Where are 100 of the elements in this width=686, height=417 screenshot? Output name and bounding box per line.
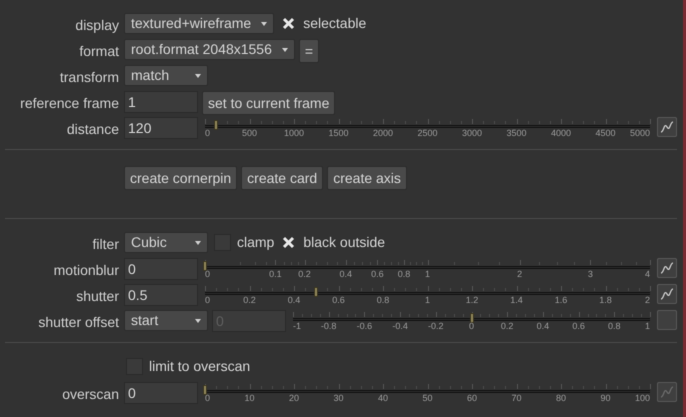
tick-label: 30 [334, 393, 344, 403]
field-label: format [79, 42, 119, 61]
tick-label: 1.2 [466, 295, 478, 305]
tick-label: 1 [425, 295, 430, 305]
tick-label: 50 [422, 393, 432, 403]
tick-label: 0 [205, 269, 210, 279]
field-label: motionblur [54, 261, 119, 280]
dropdown[interactable]: start [124, 310, 208, 331]
curve-icon [660, 287, 674, 301]
dropdown[interactable]: textured+wireframe [124, 13, 274, 34]
number-field[interactable]: 120 [124, 117, 198, 139]
tick-label: 4 [644, 269, 650, 279]
action-button[interactable]: set to current frame [202, 91, 336, 115]
field-label: filter [92, 235, 119, 254]
number-field[interactable]: 0 [124, 382, 198, 404]
tick-label: 0.8 [608, 321, 621, 331]
tick-label: 0.6 [371, 269, 384, 279]
tick-label: 1.4 [510, 295, 523, 305]
slider-handle[interactable] [203, 261, 207, 271]
action-button[interactable]: create cornerpin [124, 166, 238, 190]
dropdown[interactable]: root.format 2048x1556 [124, 39, 295, 60]
checkbox-label: clamp [237, 233, 274, 252]
checkbox-label: limit to overscan [149, 357, 250, 376]
tick-label: 1 [425, 269, 430, 279]
tick-label: 0 [205, 295, 210, 305]
slider-track[interactable] [205, 384, 650, 394]
tick-label: 0.8 [376, 295, 390, 305]
tick-label: 0 [469, 321, 474, 331]
checkbox-label: selectable [303, 14, 366, 33]
tick-label: 0.2 [243, 295, 256, 305]
tick-label: 2 [644, 295, 650, 305]
caret-icon [195, 74, 201, 78]
animation-button[interactable] [657, 117, 677, 137]
tick-label: 4500 [595, 128, 616, 138]
checkbox-label: black outside [303, 233, 386, 252]
field-label: display [75, 16, 119, 35]
tick-label: 3500 [506, 128, 527, 138]
tick-label: 0.6 [332, 295, 345, 305]
tick-label: 1500 [328, 128, 349, 138]
tick-label: 0 [205, 393, 210, 403]
curve-icon [660, 120, 674, 134]
tick-label: 1 [644, 321, 650, 331]
tick-label: 0.8 [398, 269, 410, 279]
tick-label: 3 [588, 269, 593, 279]
tick-label: 0 [205, 128, 210, 138]
cross-icon [282, 17, 296, 30]
slider-track[interactable] [205, 260, 650, 270]
action-button[interactable]: create axis [327, 166, 407, 190]
tick-label: 0.2 [298, 269, 311, 279]
dropdown[interactable]: match [124, 65, 208, 86]
tick-label: -0.4 [392, 321, 408, 331]
animation-button[interactable] [657, 258, 677, 278]
tick-label: 60 [467, 393, 477, 403]
action-button[interactable]: create card [241, 166, 324, 190]
slider-track[interactable] [205, 286, 650, 296]
caret-icon [195, 240, 201, 244]
field-label: shutter [76, 287, 119, 306]
tick-label: 2000 [372, 128, 394, 138]
number-field[interactable]: 0.5 [124, 284, 198, 306]
curve-icon [660, 261, 674, 275]
tick-label: 3000 [462, 128, 482, 138]
tick-label: 0.2 [500, 321, 514, 331]
number-field[interactable]: 1 [124, 91, 198, 113]
tick-label: -0.8 [320, 321, 336, 331]
tick-label: 90 [600, 393, 610, 403]
slider-track[interactable] [205, 119, 650, 129]
slider-track[interactable] [293, 312, 650, 322]
tick-label: 40 [378, 393, 388, 403]
caret-icon [195, 318, 201, 322]
tick-label: 5000 [630, 128, 650, 138]
tick-label: 1000 [284, 128, 304, 138]
number-field[interactable]: 0 [124, 258, 198, 280]
tick-label: 100 [634, 393, 650, 403]
tick-label: -1 [293, 321, 302, 331]
dropdown[interactable]: Cubic [124, 232, 208, 253]
tick-label: 70 [512, 393, 522, 403]
tick-label: 0.6 [572, 321, 585, 331]
field-label: shutter offset [38, 313, 119, 332]
slider-handle[interactable] [314, 287, 318, 297]
tick-label: 0.4 [536, 321, 550, 331]
tick-label: 0.4 [339, 269, 352, 279]
cross-icon [282, 236, 296, 249]
field-label: reference frame [20, 94, 119, 113]
tick-label: 0.4 [288, 295, 300, 305]
field-label: transform [60, 68, 119, 87]
field-label: overscan [62, 385, 119, 404]
tick-label: -0.6 [356, 321, 372, 331]
slider-handle[interactable] [470, 313, 474, 323]
animation-button[interactable] [657, 284, 677, 304]
action-button[interactable]: = [298, 39, 320, 63]
slider-handle[interactable] [214, 120, 218, 130]
tick-label: -0.2 [428, 321, 444, 331]
curve-icon [660, 385, 674, 399]
slider-handle[interactable] [203, 385, 207, 395]
field-label: distance [66, 120, 119, 139]
tick-label: 10 [244, 393, 254, 403]
tick-label: 500 [242, 128, 258, 138]
caret-icon [282, 48, 288, 52]
tick-label: 0.1 [269, 269, 282, 279]
tick-label: 1.8 [599, 295, 612, 305]
